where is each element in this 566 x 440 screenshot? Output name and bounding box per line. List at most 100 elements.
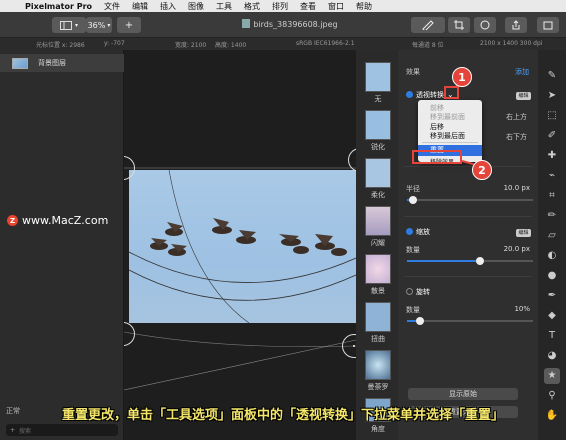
- menu-app-name[interactable]: Pixelmator Pro: [25, 2, 92, 11]
- zoom-amount-label: 数量: [406, 246, 420, 254]
- image-width: 宽度: 2100: [175, 42, 207, 49]
- chevron-down-icon: ▾: [74, 21, 78, 29]
- layers-sidebar: 背景图层 正常 + 搜索: [0, 50, 124, 440]
- share-button[interactable]: [505, 17, 527, 33]
- paint-tool-icon[interactable]: ✏: [544, 208, 560, 224]
- menu-edit[interactable]: 编辑: [132, 1, 148, 12]
- bit-depth: 每通道 8 位: [412, 42, 444, 49]
- twirl-amount-value: 10%: [514, 305, 530, 313]
- effect-distort[interactable]: 扭曲: [365, 302, 391, 348]
- effect-label: 柔化: [371, 191, 385, 199]
- color-adjust-tool-icon[interactable]: ◕: [544, 348, 560, 364]
- shape-tool-icon[interactable]: ◆: [544, 308, 560, 324]
- menu-help[interactable]: 帮助: [356, 1, 372, 12]
- annotation-box-dropdown: [444, 86, 459, 99]
- radius-value: 10.0 px: [503, 184, 530, 192]
- layer-name: 背景图层: [38, 59, 66, 67]
- menu-bar: Pixelmator Pro 文件 编辑 插入 图像 工具 格式 排列 查看 窗…: [0, 0, 566, 12]
- sidebar-icon: [59, 20, 72, 30]
- selection-tool-icon[interactable]: ⬚: [544, 108, 560, 124]
- effect-label: 锐化: [371, 143, 385, 151]
- twirl-amount-slider[interactable]: [407, 317, 533, 325]
- corner-lower-right-label: 右下方: [506, 133, 527, 141]
- palette-icon: [480, 20, 490, 30]
- twirl-amount-label: 数量: [406, 306, 420, 314]
- corner-upper-right-label: 右上方: [506, 113, 527, 121]
- menu-view[interactable]: 查看: [300, 1, 316, 12]
- zoom-slider-knob[interactable]: [476, 257, 485, 265]
- zoom-toggle[interactable]: [406, 228, 413, 235]
- crop-tool-icon[interactable]: ⌗: [544, 188, 560, 204]
- tool-options-button[interactable]: [411, 17, 445, 33]
- menu-insert[interactable]: 插入: [160, 1, 176, 12]
- effects-tool-icon[interactable]: ★: [544, 368, 560, 384]
- menu-window[interactable]: 窗口: [328, 1, 344, 12]
- effects-browser: 无 锐化 柔化 闪耀 散景 扭曲 曼荼罗 角度: [356, 50, 398, 440]
- menu-format[interactable]: 格式: [244, 1, 260, 12]
- radius-slider[interactable]: [407, 196, 533, 204]
- tutorial-caption: 重置更改，单击「工具选项」面板中的「透视转换」下拉菜单并选择「重置」: [61, 408, 504, 423]
- zoom-amount-value: 20.0 px: [503, 245, 530, 253]
- add-button[interactable]: +: [117, 17, 141, 33]
- perspective-toggle[interactable]: [406, 91, 413, 98]
- perspective-edit-badge[interactable]: 编辑: [516, 92, 531, 100]
- crop-button[interactable]: [448, 17, 470, 33]
- sidebar-toggle-button[interactable]: ▾: [52, 17, 86, 33]
- show-original-button[interactable]: 显示原始: [408, 388, 518, 400]
- menu-tools[interactable]: 工具: [216, 1, 232, 12]
- step-marker-1: 1: [452, 67, 472, 87]
- text-tool-icon[interactable]: T: [544, 328, 560, 344]
- plus-icon[interactable]: +: [10, 427, 15, 434]
- effect-label: 扭曲: [371, 335, 385, 343]
- style-tool-icon[interactable]: ✎: [544, 68, 560, 84]
- pen-tool-icon[interactable]: ✒: [544, 288, 560, 304]
- adjust-button[interactable]: [474, 17, 496, 33]
- effect-mandala[interactable]: 曼荼罗: [365, 350, 391, 396]
- radius-slider-knob[interactable]: [409, 196, 418, 204]
- zoom-amount-slider[interactable]: [407, 257, 533, 265]
- document-title-text: birds_38396608.jpeg: [253, 20, 338, 29]
- image-dimensions: 2100 x 1400 300 dpi: [480, 40, 543, 47]
- perspective-guides: [124, 167, 356, 391]
- twirl-slider-knob[interactable]: [415, 317, 424, 325]
- menu-file[interactable]: 文件: [104, 1, 120, 12]
- effect-sharpen[interactable]: 锐化: [365, 110, 391, 156]
- export-button[interactable]: [537, 17, 559, 33]
- retouch-tool-icon[interactable]: ⌁: [544, 168, 560, 184]
- fill-tool-icon[interactable]: ◐: [544, 248, 560, 264]
- effects-header: 效果: [406, 68, 420, 76]
- menu-arrange[interactable]: 排列: [272, 1, 288, 12]
- color-picker-tool-icon[interactable]: ✐: [544, 128, 560, 144]
- radius-label: 半径: [406, 185, 420, 193]
- layer-thumbnail: [12, 57, 28, 69]
- zoom-tool-icon[interactable]: ⚲: [544, 388, 560, 404]
- step-marker-2: 2: [472, 160, 492, 180]
- repair-tool-icon[interactable]: ✚: [544, 148, 560, 164]
- layers-search[interactable]: + 搜索: [6, 424, 118, 436]
- menu-item-send-to-back[interactable]: 移到最后面: [430, 131, 465, 141]
- gradient-tool-icon[interactable]: ●: [544, 268, 560, 284]
- effect-label: 无: [374, 95, 382, 103]
- divider: [404, 276, 532, 277]
- color-profile: sRGB IEC61966-2.1: [296, 40, 355, 47]
- zoom-label: 缩放: [416, 228, 430, 236]
- erase-tool-icon[interactable]: ▱: [544, 228, 560, 244]
- canvas[interactable]: [124, 50, 356, 440]
- effect-label: 散景: [371, 287, 385, 295]
- image-height: 高度: 1400: [215, 42, 247, 49]
- effect-glow[interactable]: 闪耀: [365, 206, 391, 252]
- zoom-edit-badge[interactable]: 编辑: [516, 229, 531, 237]
- menu-image[interactable]: 图像: [188, 1, 204, 12]
- menu-item-bring-to-front[interactable]: 移到最前面: [430, 112, 465, 122]
- effect-bokeh[interactable]: 散景: [365, 254, 391, 300]
- zoom-select[interactable]: 36% ▾: [86, 17, 112, 33]
- add-effect-link[interactable]: 添加: [515, 67, 529, 77]
- twirl-toggle[interactable]: [406, 288, 413, 295]
- macz-logo-icon: Z: [7, 215, 18, 226]
- layer-row-background[interactable]: 背景图层: [0, 54, 124, 72]
- effect-label: 闪耀: [371, 239, 385, 247]
- effect-none[interactable]: 无: [365, 62, 391, 108]
- effect-label: 曼荼罗: [367, 383, 389, 391]
- arrange-tool-icon[interactable]: ➤: [544, 88, 560, 104]
- effect-soften[interactable]: 柔化: [365, 158, 391, 204]
